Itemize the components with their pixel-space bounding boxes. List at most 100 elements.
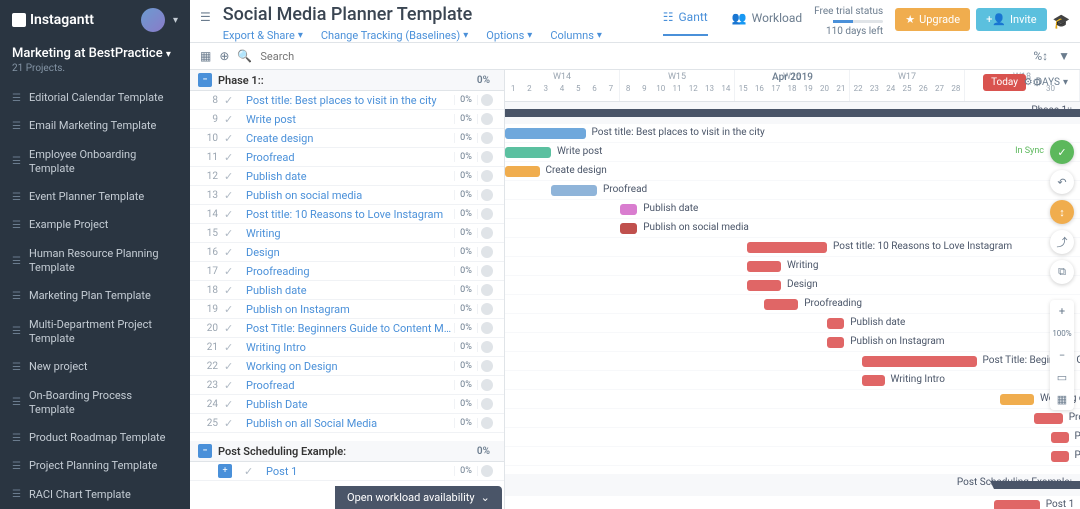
workspace-selector[interactable]: Marketing at BestPractice ▾ 21 Projects. xyxy=(0,40,190,84)
task-row[interactable]: 25✓Publish on all Social Media0% xyxy=(190,414,504,433)
gantt-bar[interactable]: Proofread xyxy=(1034,413,1063,424)
menubar-item[interactable]: Options ▾ xyxy=(486,29,532,42)
check-icon[interactable]: ✓ xyxy=(224,132,240,145)
menubar-item[interactable]: Export & Share ▾ xyxy=(223,29,303,42)
gantt-bar[interactable]: Publish on social media xyxy=(620,223,637,234)
check-icon[interactable]: ✓ xyxy=(224,360,240,373)
assignee-icon[interactable] xyxy=(478,245,496,259)
task-name[interactable]: Proofread xyxy=(246,151,454,164)
assignee-icon[interactable] xyxy=(478,131,496,145)
sidebar-item-project[interactable]: ☰Event Planner Template xyxy=(0,183,190,211)
gantt-bar[interactable]: Post Title: Beginners Guide to Content M… xyxy=(862,356,977,367)
check-icon[interactable]: ✓ xyxy=(224,398,240,411)
gantt-bar[interactable]: Publish Date xyxy=(1051,432,1068,443)
menubar-item[interactable]: Columns ▾ xyxy=(550,29,602,42)
assignee-icon[interactable] xyxy=(478,321,496,335)
gantt-bar[interactable]: Design xyxy=(747,280,782,291)
task-row[interactable]: 11✓Proofread0% xyxy=(190,148,504,167)
task-name[interactable]: Post title: 10 Reasons to Love Instagram xyxy=(246,208,454,221)
sidebar-item-project[interactable]: ☰On-Boarding Process Template xyxy=(0,382,190,425)
task-row[interactable]: 9✓Write post0% xyxy=(190,110,504,129)
task-row[interactable]: 8✓Post title: Best places to visit in th… xyxy=(190,91,504,110)
fit-button[interactable]: ▭ xyxy=(1050,366,1074,388)
expand-icon[interactable]: ⊕ xyxy=(219,49,229,63)
task-name[interactable]: Post Title: Beginners Guide to Content M… xyxy=(246,322,454,335)
brand-logo[interactable]: Instagantt xyxy=(12,12,94,28)
assignee-icon[interactable] xyxy=(478,302,496,316)
invite-button[interactable]: +👤 Invite xyxy=(976,8,1046,31)
task-row[interactable]: 13✓Publish on social media0% xyxy=(190,186,504,205)
check-icon[interactable]: ✓ xyxy=(224,151,240,164)
task-row[interactable]: 17✓Proofreading0% xyxy=(190,262,504,281)
sidebar-item-project[interactable]: ☰Marketing Plan Template xyxy=(0,282,190,310)
task-name[interactable]: Create design xyxy=(246,132,454,145)
workload-toggle[interactable]: Open workload availability ⌄ xyxy=(335,486,502,509)
check-icon[interactable]: ✓ xyxy=(224,189,240,202)
gantt-bar[interactable]: Publish on all Social Media xyxy=(1051,451,1068,462)
collapse-icon[interactable]: − xyxy=(198,73,212,87)
collapse-icon[interactable]: − xyxy=(198,444,212,458)
sidebar-item-project[interactable]: ☰Example Project xyxy=(0,211,190,239)
check-icon[interactable]: ✓ xyxy=(224,94,240,107)
gantt-bar[interactable]: Create design xyxy=(505,166,540,177)
check-icon[interactable]: ✓ xyxy=(224,227,240,240)
task-row[interactable]: 18✓Publish date0% xyxy=(190,281,504,300)
task-name[interactable]: Publish on social media xyxy=(246,189,454,202)
task-name[interactable]: Write post xyxy=(246,113,454,126)
search-icon[interactable]: 🔍 xyxy=(237,49,252,63)
task-name[interactable]: Publish date xyxy=(246,170,454,183)
check-icon[interactable]: ✓ xyxy=(224,417,240,430)
link-button[interactable]: ⤴ xyxy=(1050,230,1074,254)
check-icon[interactable]: ✓ xyxy=(224,379,240,392)
assignee-icon[interactable] xyxy=(478,150,496,164)
gantt-bar[interactable]: Working on Design xyxy=(1000,394,1035,405)
zoom-in-button[interactable]: + xyxy=(1050,300,1074,322)
assignee-icon[interactable] xyxy=(478,112,496,126)
gantt-bar[interactable]: Post title: Best places to visit in the … xyxy=(505,128,586,139)
assignee-icon[interactable] xyxy=(478,397,496,411)
sidebar-item-project[interactable]: ☰New project xyxy=(0,353,190,381)
avatar[interactable] xyxy=(141,8,165,32)
assignee-icon[interactable] xyxy=(478,416,496,430)
task-name[interactable]: Proofread xyxy=(246,379,454,392)
search-input[interactable] xyxy=(260,50,1025,63)
assignee-icon[interactable] xyxy=(478,264,496,278)
task-name[interactable]: Writing Intro xyxy=(246,341,454,354)
assignee-icon[interactable] xyxy=(478,340,496,354)
task-row[interactable]: 10✓Create design0% xyxy=(190,129,504,148)
assignee-icon[interactable] xyxy=(478,207,496,221)
assignee-icon[interactable] xyxy=(478,188,496,202)
add-icon[interactable]: ▦ xyxy=(200,49,211,63)
assignee-icon[interactable] xyxy=(478,283,496,297)
sidebar-item-project[interactable]: ☰RACI Chart Template xyxy=(0,481,190,509)
upgrade-button[interactable]: ★ Upgrade xyxy=(895,8,970,31)
task-row[interactable]: 15✓Writing0% xyxy=(190,224,504,243)
assignee-icon[interactable] xyxy=(478,378,496,392)
assignee-icon[interactable] xyxy=(478,226,496,240)
sidebar-item-project[interactable]: ☰Multi-Department Project Template xyxy=(0,311,190,354)
check-icon[interactable]: ✓ xyxy=(224,265,240,278)
days-dropdown[interactable]: ⚙ DAYS ▾ xyxy=(1018,74,1074,91)
sidebar-item-project[interactable]: ☰Project Planning Template xyxy=(0,452,190,480)
gantt-bar[interactable]: Proofread xyxy=(551,185,597,196)
task-row[interactable]: 21✓Writing Intro0% xyxy=(190,338,504,357)
gantt-bar[interactable]: Proofreading xyxy=(764,299,799,310)
sidebar-item-project[interactable]: ☰Editorial Calendar Template xyxy=(0,84,190,112)
check-icon[interactable]: ✓ xyxy=(224,208,240,221)
task-name[interactable]: Post title: Best places to visit in the … xyxy=(246,94,454,107)
sidebar-item-project[interactable]: ☰Human Resource Planning Template xyxy=(0,240,190,283)
copy-button[interactable]: ⧉ xyxy=(1050,260,1074,284)
gantt-bar[interactable]: Writing Intro xyxy=(862,375,885,386)
task-name[interactable]: Publish date xyxy=(246,284,454,297)
gantt-bar[interactable]: Post title: 10 Reasons to Love Instagram xyxy=(747,242,828,253)
assignee-icon[interactable] xyxy=(478,169,496,183)
gantt-bar[interactable]: Publish date xyxy=(827,318,844,329)
zoom-out-button[interactable]: − xyxy=(1050,344,1074,366)
assignee-icon[interactable] xyxy=(478,93,496,107)
task-name[interactable]: Publish on Instagram xyxy=(246,303,454,316)
sidebar-item-project[interactable]: ☰Email Marketing Template xyxy=(0,112,190,140)
sort-button[interactable]: ↕ xyxy=(1050,200,1074,224)
menubar-item[interactable]: Change Tracking (Baselines) ▾ xyxy=(321,29,468,42)
gantt-bar[interactable]: Publish date xyxy=(620,204,637,215)
tab-workload[interactable]: 👥 Workload xyxy=(732,11,802,35)
